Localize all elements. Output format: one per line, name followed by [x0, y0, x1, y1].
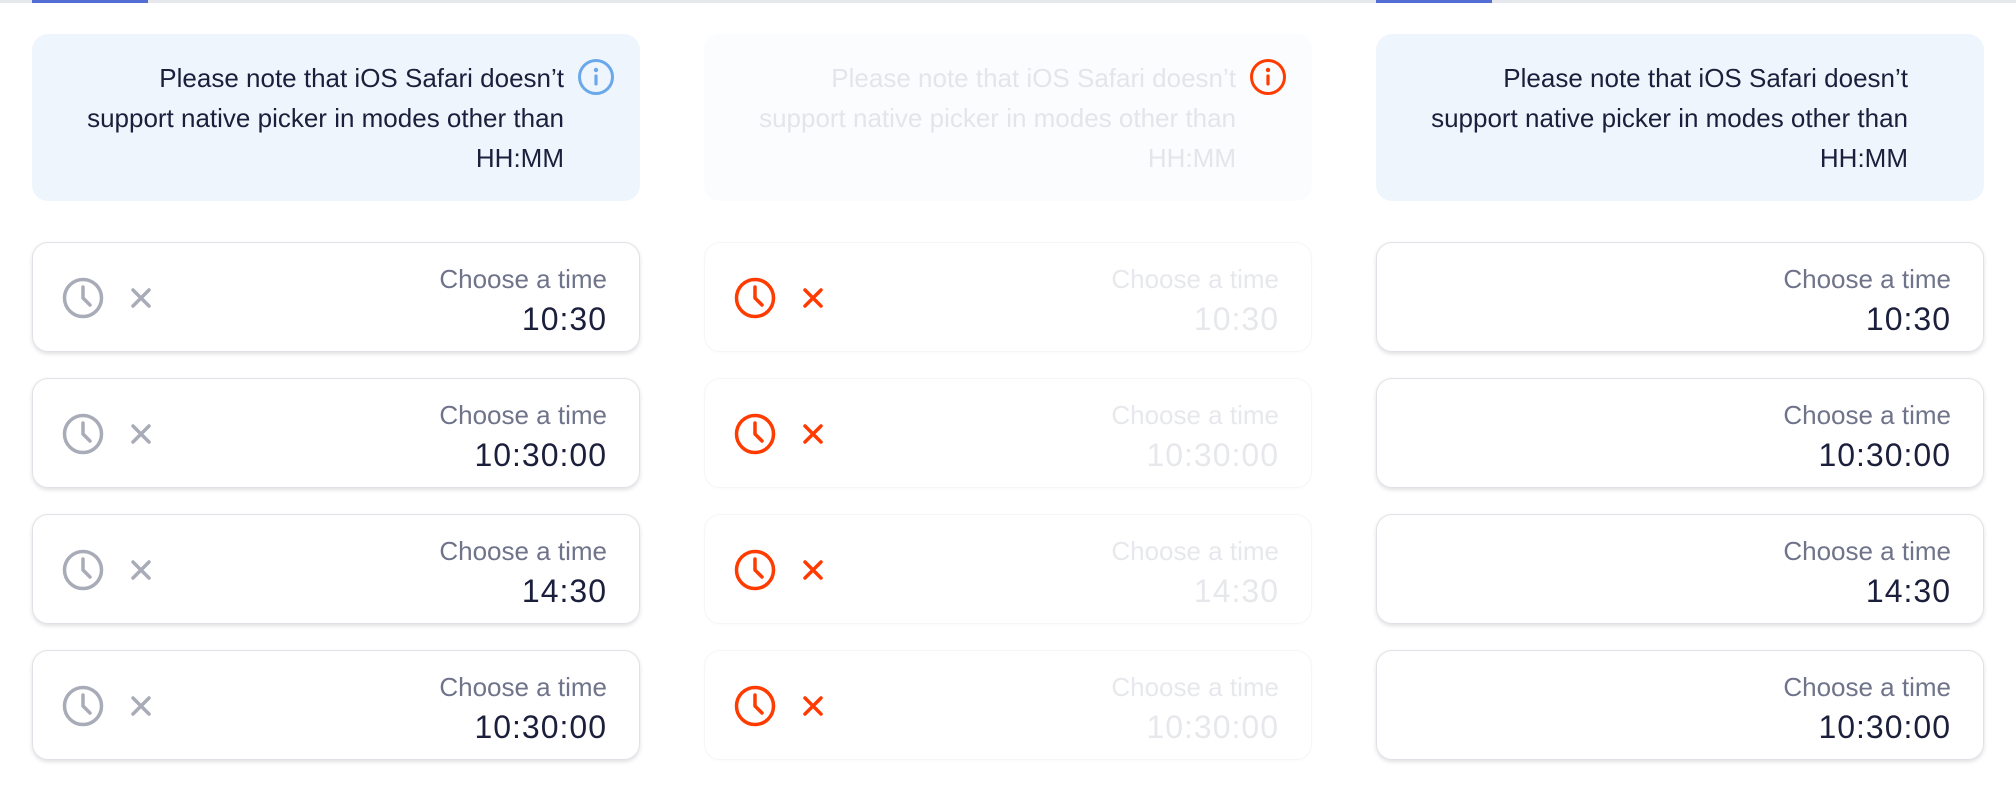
clock-icon[interactable]: [61, 276, 105, 320]
clock-icon[interactable]: [61, 684, 105, 728]
time-value[interactable]: 10:30:00: [1818, 435, 1951, 475]
panel-disabled: Please note that iOS Safari doesn’t supp…: [672, 0, 1344, 794]
ios-note-banner: Please note that iOS Safari doesn’t supp…: [704, 34, 1312, 201]
time-value[interactable]: 14:30: [522, 571, 607, 611]
ios-note-banner: Please note that iOS Safari doesn’t supp…: [32, 34, 640, 201]
clear-icon[interactable]: [129, 286, 153, 310]
field-label: Choose a time: [439, 264, 607, 294]
field-label: Choose a time: [1783, 536, 1951, 566]
clear-icon[interactable]: [129, 558, 153, 582]
time-value[interactable]: 10:30:00: [474, 435, 607, 475]
time-value: 10:30:00: [1146, 437, 1279, 473]
field-label: Choose a time: [439, 672, 607, 702]
clear-icon: [803, 696, 823, 716]
clear-icon[interactable]: [129, 694, 153, 718]
time-field[interactable]: Choose a time 10:30:00: [1376, 650, 1984, 760]
note-text: Please note that iOS Safari doesn’t supp…: [759, 63, 1236, 173]
panel-default: Please note that iOS Safari doesn’t supp…: [0, 0, 672, 794]
time-field[interactable]: Choose a time 10:30:00: [32, 650, 640, 760]
time-value: 10:30:00: [1146, 709, 1279, 745]
info-icon: [1250, 59, 1286, 95]
time-field[interactable]: Choose a time 10:30:00: [32, 378, 640, 488]
tab-indicator: [704, 0, 820, 3]
field-label: Choose a time: [1783, 264, 1951, 294]
field-label: Choose a time: [439, 536, 607, 566]
time-field[interactable]: Choose a time 10:30: [32, 242, 640, 352]
time-field: Choose a time 10:30:00: [704, 650, 1312, 760]
tab-indicator: [32, 0, 148, 3]
clock-icon: [734, 549, 776, 591]
time-value[interactable]: 10:30:00: [474, 707, 607, 747]
clear-icon[interactable]: [129, 422, 153, 446]
note-text: Please note that iOS Safari doesn’t supp…: [87, 63, 564, 173]
field-label: Choose a time: [439, 400, 607, 430]
time-value: 10:30: [1193, 301, 1279, 337]
field-label: Choose a time: [1111, 536, 1279, 566]
time-value[interactable]: 14:30: [1866, 571, 1951, 611]
time-field: Choose a time 10:30:00: [704, 378, 1312, 488]
clear-icon: [803, 424, 823, 444]
clock-icon: [734, 277, 776, 319]
field-label: Choose a time: [1783, 672, 1951, 702]
time-field[interactable]: Choose a time 14:30: [32, 514, 640, 624]
info-icon: [578, 59, 614, 95]
clock-icon[interactable]: [61, 548, 105, 592]
ios-note-banner: Please note that iOS Safari doesn’t supp…: [1376, 34, 1984, 201]
time-field[interactable]: Choose a time 10:30: [1376, 242, 1984, 352]
time-value[interactable]: 10:30: [522, 299, 607, 339]
field-label: Choose a time: [1783, 400, 1951, 430]
time-value[interactable]: 10:30:00: [1818, 707, 1951, 747]
note-text: Please note that iOS Safari doesn’t supp…: [1431, 63, 1908, 173]
panel-no-icons: Please note that iOS Safari doesn’t supp…: [1344, 0, 2016, 794]
clear-icon: [803, 560, 823, 580]
tab-indicator: [1376, 0, 1492, 3]
clock-icon: [734, 413, 776, 455]
time-field: Choose a time 14:30: [704, 514, 1312, 624]
field-label: Choose a time: [1111, 264, 1279, 294]
clear-icon: [803, 288, 823, 308]
field-label: Choose a time: [1111, 672, 1279, 702]
time-value[interactable]: 10:30: [1866, 299, 1951, 339]
clock-icon[interactable]: [61, 412, 105, 456]
field-label: Choose a time: [1111, 400, 1279, 430]
time-field[interactable]: Choose a time 10:30:00: [1376, 378, 1984, 488]
time-field[interactable]: Choose a time 14:30: [1376, 514, 1984, 624]
time-field: Choose a time 10:30: [704, 242, 1312, 352]
time-value: 14:30: [1193, 573, 1279, 609]
clock-icon: [734, 685, 776, 727]
